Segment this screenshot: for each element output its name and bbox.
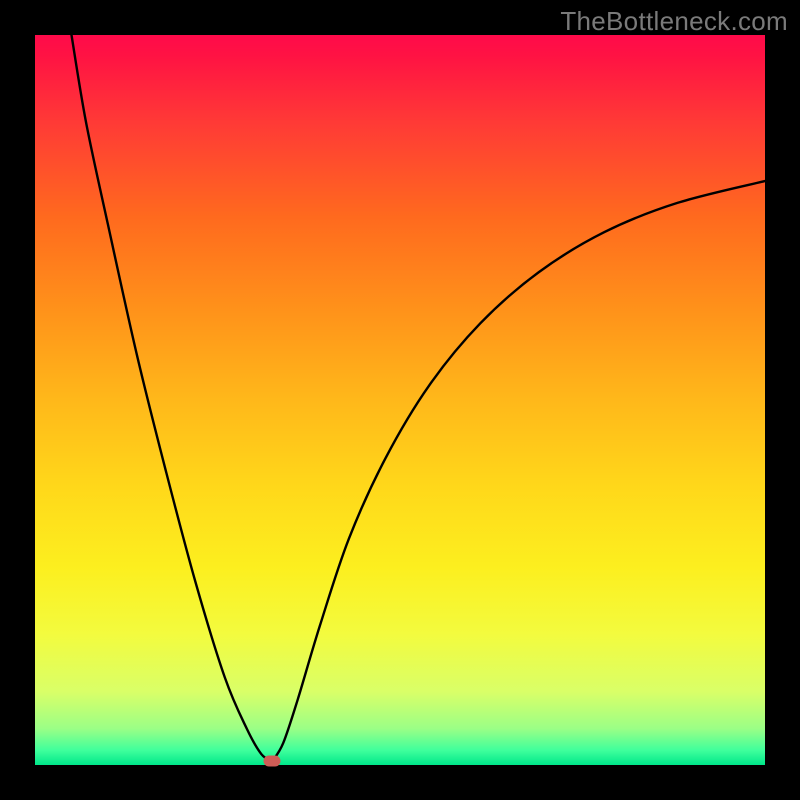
- curve-svg: [35, 35, 765, 765]
- plot-area: [35, 35, 765, 765]
- curve-right-branch: [272, 181, 765, 761]
- curve-left-branch: [72, 35, 273, 761]
- chart-frame: TheBottleneck.com: [0, 0, 800, 800]
- bottleneck-marker: [264, 756, 281, 767]
- watermark-text: TheBottleneck.com: [560, 6, 788, 37]
